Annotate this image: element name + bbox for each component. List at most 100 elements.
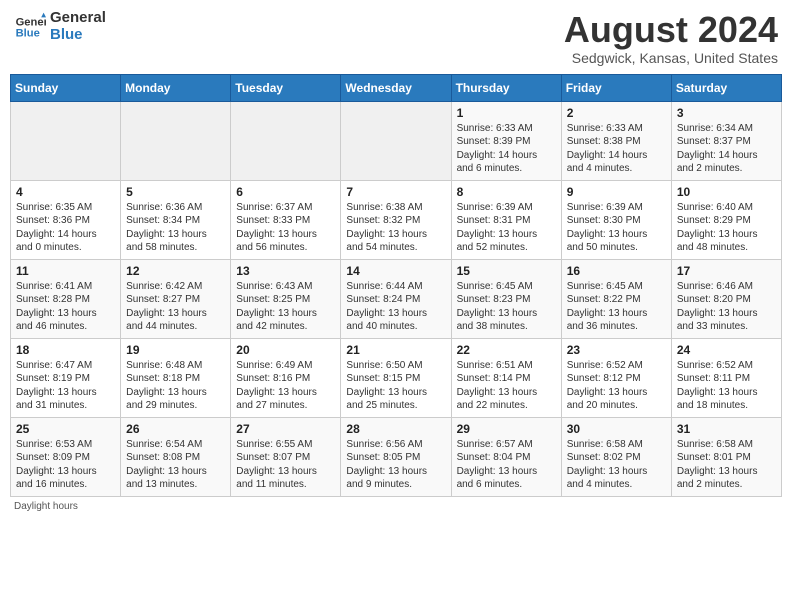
month-year-title: August 2024 (564, 10, 778, 50)
calendar-cell (11, 101, 121, 180)
day-number: 28 (346, 422, 445, 436)
day-info: Sunrise: 6:38 AM Sunset: 8:32 PM Dayligh… (346, 201, 445, 255)
calendar-cell: 1 Sunrise: 6:33 AM Sunset: 8:39 PM Daylig… (451, 101, 561, 180)
calendar-header-monday: Monday (121, 74, 231, 101)
day-info: Sunrise: 6:43 AM Sunset: 8:25 PM Dayligh… (236, 280, 335, 334)
day-info: Sunrise: 6:45 AM Sunset: 8:22 PM Dayligh… (567, 280, 666, 334)
day-number: 22 (457, 343, 556, 357)
day-number: 13 (236, 264, 335, 278)
day-info: Sunrise: 6:35 AM Sunset: 8:36 PM Dayligh… (16, 201, 115, 255)
calendar-cell: 6 Sunrise: 6:37 AM Sunset: 8:33 PM Daylig… (231, 180, 341, 259)
day-info: Sunrise: 6:39 AM Sunset: 8:30 PM Dayligh… (567, 201, 666, 255)
calendar-cell: 9 Sunrise: 6:39 AM Sunset: 8:30 PM Daylig… (561, 180, 671, 259)
day-number: 30 (567, 422, 666, 436)
day-number: 31 (677, 422, 776, 436)
day-info: Sunrise: 6:55 AM Sunset: 8:07 PM Dayligh… (236, 438, 335, 492)
day-info: Sunrise: 6:54 AM Sunset: 8:08 PM Dayligh… (126, 438, 225, 492)
calendar-cell: 5 Sunrise: 6:36 AM Sunset: 8:34 PM Daylig… (121, 180, 231, 259)
calendar-cell: 17Sunrise: 6:46 AM Sunset: 8:20 PM Dayli… (671, 259, 781, 338)
day-info: Sunrise: 6:33 AM Sunset: 8:39 PM Dayligh… (457, 122, 556, 176)
calendar-cell: 22 Sunrise: 6:51 AM Sunset: 8:14 PM Dayli… (451, 338, 561, 417)
calendar-cell: 24 Sunrise: 6:52 AM Sunset: 8:11 PM Dayli… (671, 338, 781, 417)
day-number: 29 (457, 422, 556, 436)
calendar-header-friday: Friday (561, 74, 671, 101)
calendar-cell: 23 Sunrise: 6:52 AM Sunset: 8:12 PM Dayli… (561, 338, 671, 417)
calendar-cell: 13 Sunrise: 6:43 AM Sunset: 8:25 PM Dayli… (231, 259, 341, 338)
logo-line2: Blue (50, 27, 106, 44)
day-info: Sunrise: 6:51 AM Sunset: 8:14 PM Dayligh… (457, 359, 556, 413)
day-number: 25 (16, 422, 115, 436)
day-info: Sunrise: 6:42 AM Sunset: 8:27 PM Dayligh… (126, 280, 225, 334)
day-number: 11 (16, 264, 115, 278)
calendar-cell: 15Sunrise: 6:45 AM Sunset: 8:23 PM Dayli… (451, 259, 561, 338)
day-info: Sunrise: 6:40 AM Sunset: 8:29 PM Dayligh… (677, 201, 776, 255)
day-info: Sunrise: 6:36 AM Sunset: 8:34 PM Dayligh… (126, 201, 225, 255)
day-info: Sunrise: 6:57 AM Sunset: 8:04 PM Dayligh… (457, 438, 556, 492)
calendar-header-wednesday: Wednesday (341, 74, 451, 101)
logo: General Blue General Blue (14, 10, 106, 43)
calendar-cell: 27Sunrise: 6:55 AM Sunset: 8:07 PM Dayli… (231, 417, 341, 496)
calendar-week-3: 11 Sunrise: 6:41 AM Sunset: 8:28 PM Dayli… (11, 259, 782, 338)
day-number: 9 (567, 185, 666, 199)
day-number: 26 (126, 422, 225, 436)
day-info: Sunrise: 6:39 AM Sunset: 8:31 PM Dayligh… (457, 201, 556, 255)
day-number: 7 (346, 185, 445, 199)
day-info: Sunrise: 6:50 AM Sunset: 8:15 PM Dayligh… (346, 359, 445, 413)
day-info: Sunrise: 6:41 AM Sunset: 8:28 PM Dayligh… (16, 280, 115, 334)
calendar-cell (121, 101, 231, 180)
calendar-header-tuesday: Tuesday (231, 74, 341, 101)
day-number: 16 (567, 264, 666, 278)
calendar-cell: 28 Sunrise: 6:56 AM Sunset: 8:05 PM Dayli… (341, 417, 451, 496)
calendar-cell: 21Sunrise: 6:50 AM Sunset: 8:15 PM Dayli… (341, 338, 451, 417)
calendar-cell: 7 Sunrise: 6:38 AM Sunset: 8:32 PM Daylig… (341, 180, 451, 259)
day-info: Sunrise: 6:33 AM Sunset: 8:38 PM Dayligh… (567, 122, 666, 176)
day-number: 5 (126, 185, 225, 199)
calendar-cell: 16 Sunrise: 6:45 AM Sunset: 8:22 PM Dayli… (561, 259, 671, 338)
calendar-cell: 26 Sunrise: 6:54 AM Sunset: 8:08 PM Dayli… (121, 417, 231, 496)
calendar-week-4: 18 Sunrise: 6:47 AM Sunset: 8:19 PM Dayli… (11, 338, 782, 417)
day-info: Sunrise: 6:47 AM Sunset: 8:19 PM Dayligh… (16, 359, 115, 413)
day-number: 17 (677, 264, 776, 278)
day-info: Sunrise: 6:52 AM Sunset: 8:12 PM Dayligh… (567, 359, 666, 413)
day-number: 2 (567, 106, 666, 120)
day-number: 12 (126, 264, 225, 278)
day-info: Sunrise: 6:34 AM Sunset: 8:37 PM Dayligh… (677, 122, 776, 176)
calendar-week-2: 4 Sunrise: 6:35 AM Sunset: 8:36 PM Daylig… (11, 180, 782, 259)
day-number: 23 (567, 343, 666, 357)
svg-text:Blue: Blue (16, 27, 40, 39)
svg-text:General: General (16, 16, 46, 28)
day-number: 3 (677, 106, 776, 120)
calendar-cell (341, 101, 451, 180)
calendar-header-sunday: Sunday (11, 74, 121, 101)
day-number: 8 (457, 185, 556, 199)
calendar-cell: 19Sunrise: 6:48 AM Sunset: 8:18 PM Dayli… (121, 338, 231, 417)
title-area: August 2024 Sedgwick, Kansas, United Sta… (564, 10, 778, 66)
day-number: 4 (16, 185, 115, 199)
calendar-cell: 4 Sunrise: 6:35 AM Sunset: 8:36 PM Daylig… (11, 180, 121, 259)
day-number: 1 (457, 106, 556, 120)
calendar-cell: 8 Sunrise: 6:39 AM Sunset: 8:31 PM Daylig… (451, 180, 561, 259)
calendar-cell: 11 Sunrise: 6:41 AM Sunset: 8:28 PM Dayli… (11, 259, 121, 338)
day-number: 14 (346, 264, 445, 278)
logo-line1: General (50, 10, 106, 27)
day-info: Sunrise: 6:56 AM Sunset: 8:05 PM Dayligh… (346, 438, 445, 492)
calendar-cell: 12 Sunrise: 6:42 AM Sunset: 8:27 PM Dayli… (121, 259, 231, 338)
day-info: Sunrise: 6:58 AM Sunset: 8:02 PM Dayligh… (567, 438, 666, 492)
calendar-cell: 31Sunrise: 6:58 AM Sunset: 8:01 PM Dayli… (671, 417, 781, 496)
day-info: Sunrise: 6:44 AM Sunset: 8:24 PM Dayligh… (346, 280, 445, 334)
calendar-cell: 3 Sunrise: 6:34 AM Sunset: 8:37 PM Daylig… (671, 101, 781, 180)
day-info: Sunrise: 6:52 AM Sunset: 8:11 PM Dayligh… (677, 359, 776, 413)
calendar-week-1: 1 Sunrise: 6:33 AM Sunset: 8:39 PM Daylig… (11, 101, 782, 180)
day-info: Sunrise: 6:48 AM Sunset: 8:18 PM Dayligh… (126, 359, 225, 413)
location-subtitle: Sedgwick, Kansas, United States (564, 50, 778, 66)
day-info: Sunrise: 6:37 AM Sunset: 8:33 PM Dayligh… (236, 201, 335, 255)
calendar-cell: 18 Sunrise: 6:47 AM Sunset: 8:19 PM Dayli… (11, 338, 121, 417)
calendar-cell: 20Sunrise: 6:49 AM Sunset: 8:16 PM Dayli… (231, 338, 341, 417)
calendar-header-saturday: Saturday (671, 74, 781, 101)
day-number: 18 (16, 343, 115, 357)
calendar-header-thursday: Thursday (451, 74, 561, 101)
calendar-week-5: 25 Sunrise: 6:53 AM Sunset: 8:09 PM Dayli… (11, 417, 782, 496)
day-info: Sunrise: 6:53 AM Sunset: 8:09 PM Dayligh… (16, 438, 115, 492)
day-number: 24 (677, 343, 776, 357)
day-number: 6 (236, 185, 335, 199)
